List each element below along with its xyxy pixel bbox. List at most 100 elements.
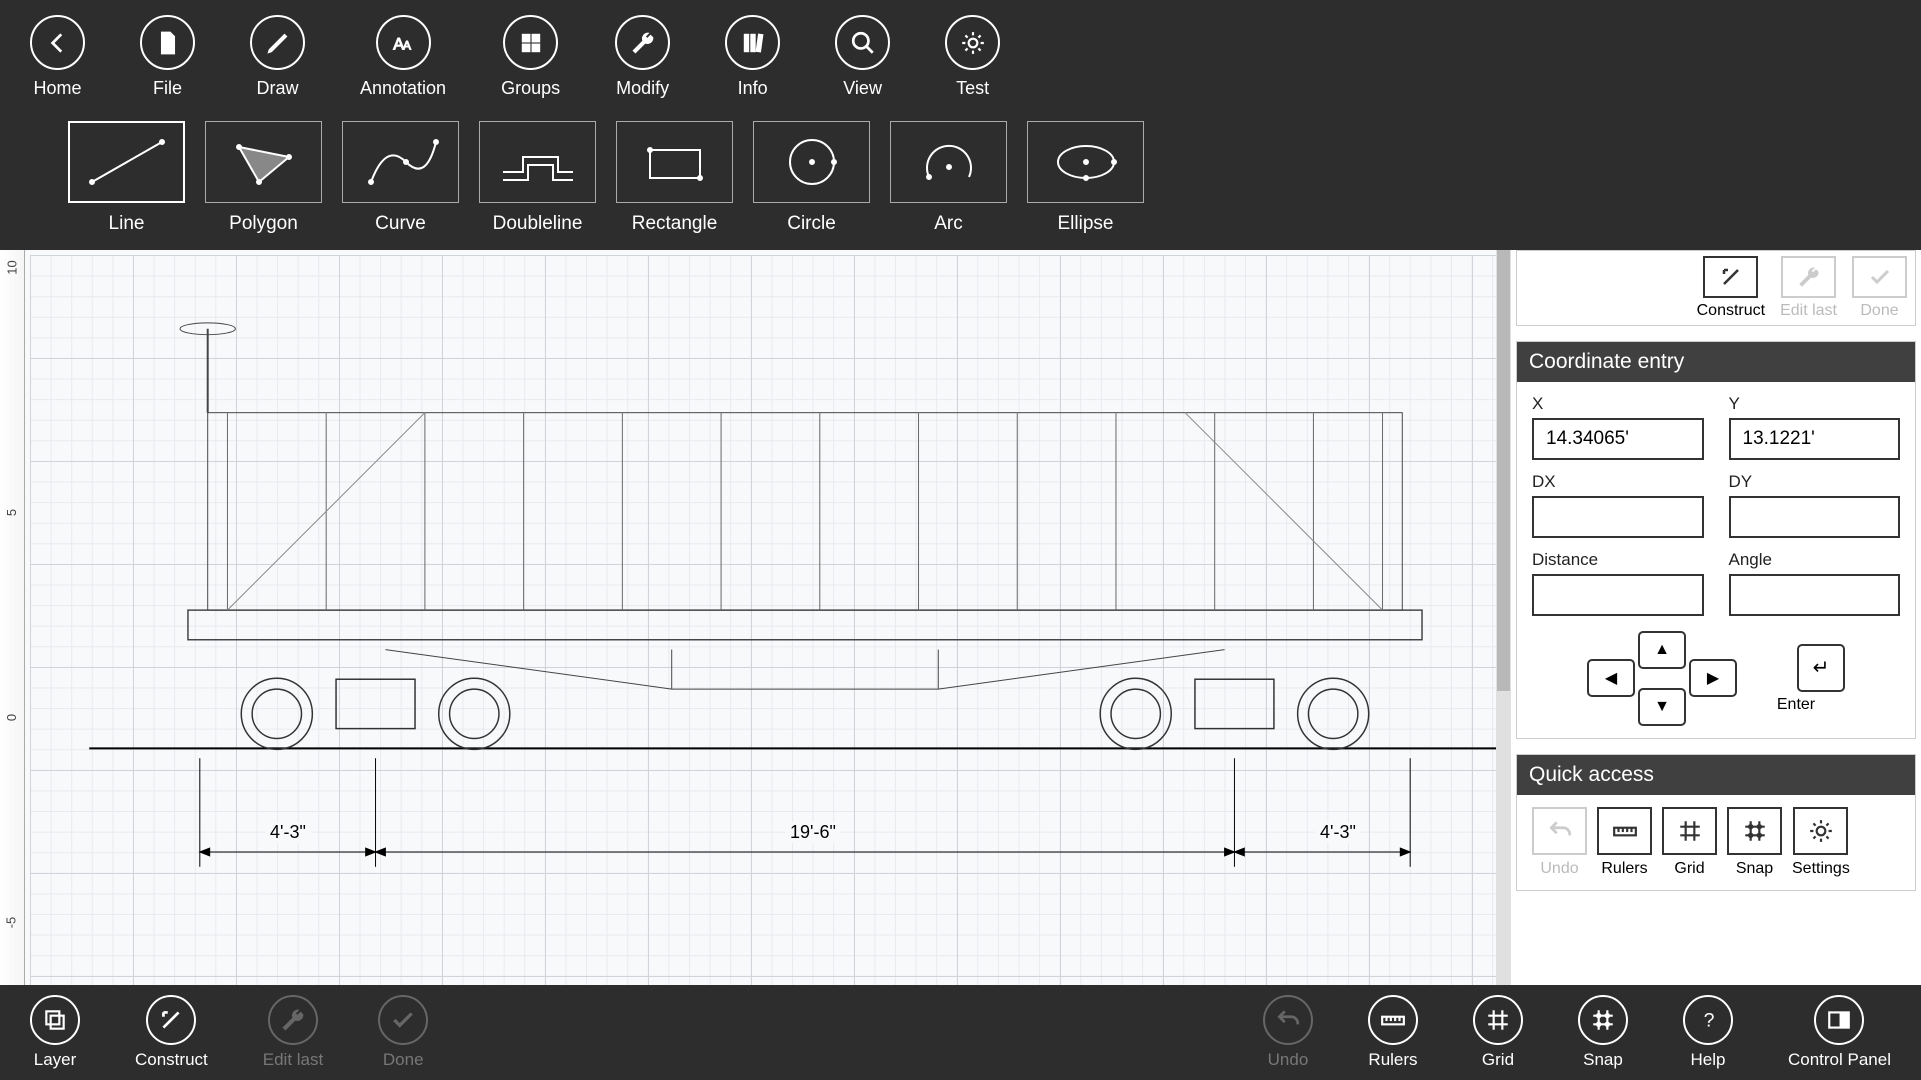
- line-icon: [82, 132, 172, 192]
- distance-input[interactable]: [1532, 574, 1704, 616]
- qa-grid-button[interactable]: Grid: [1662, 807, 1717, 878]
- dx-input[interactable]: [1532, 496, 1704, 538]
- ellipse-icon: [1041, 132, 1131, 192]
- layer-label: Layer: [34, 1050, 77, 1070]
- qa-settings-button[interactable]: Settings: [1792, 807, 1850, 878]
- doubleline-tool[interactable]: Doubleline: [479, 121, 596, 235]
- editlast-bottom-label: Edit last: [263, 1050, 323, 1070]
- snap-bottom-label: Snap: [1583, 1050, 1623, 1070]
- dy-input[interactable]: [1729, 496, 1901, 538]
- polygon-icon: [219, 132, 309, 192]
- file-button[interactable]: File: [140, 15, 195, 99]
- grid-bottom-label: Grid: [1482, 1050, 1514, 1070]
- grid-icon: [1485, 1007, 1511, 1033]
- rulers-button[interactable]: Rulers: [1368, 995, 1418, 1070]
- annotation-label: Annotation: [360, 78, 446, 99]
- view-label: View: [843, 78, 882, 99]
- ruler-icon: [1380, 1007, 1406, 1033]
- coordinate-panel: Coordinate entry X Y DX DY Distance Angl…: [1516, 341, 1916, 739]
- curve-icon: [356, 132, 446, 192]
- pencil-icon: [265, 30, 291, 56]
- construct-icon: [1719, 265, 1743, 289]
- svg-text:?: ?: [1704, 1010, 1715, 1032]
- undo-bottom-label: Undo: [1268, 1050, 1309, 1070]
- dx-label: DX: [1532, 472, 1704, 492]
- undo-icon: [1275, 1007, 1301, 1033]
- enter-button[interactable]: ↵: [1797, 644, 1845, 692]
- doubleline-label: Doubleline: [493, 213, 583, 235]
- ruler-tick: 0: [4, 714, 19, 721]
- construct-icon: [158, 1007, 184, 1033]
- drawing-content: 4'-3" 19'-6" 4'-3": [30, 255, 1501, 985]
- circle-tool[interactable]: Circle: [753, 121, 870, 235]
- doubleline-icon: [493, 132, 583, 192]
- snap-button[interactable]: Snap: [1578, 995, 1628, 1070]
- curve-label: Curve: [375, 213, 426, 235]
- rectangle-tool[interactable]: Rectangle: [616, 121, 733, 235]
- ruler-tick: 5: [4, 509, 19, 516]
- editlast-button: Edit last: [263, 995, 323, 1070]
- construct-action-button[interactable]: Construct: [1697, 256, 1765, 320]
- construct-button[interactable]: Construct: [135, 995, 208, 1070]
- arc-tool[interactable]: Arc: [890, 121, 1007, 235]
- snap-icon: [1590, 1007, 1616, 1033]
- angle-input[interactable]: [1729, 574, 1901, 616]
- y-input[interactable]: [1729, 418, 1901, 460]
- undo-button: Undo: [1263, 995, 1313, 1070]
- side-panel: Construct Edit last Done Coordinate entr…: [1511, 250, 1921, 985]
- modify-button[interactable]: Modify: [615, 15, 670, 99]
- construct-bottom-label: Construct: [135, 1050, 208, 1070]
- help-bottom-label: Help: [1691, 1050, 1726, 1070]
- grid-button[interactable]: Grid: [1473, 995, 1523, 1070]
- check-icon: [1868, 265, 1892, 289]
- svg-text:A: A: [403, 38, 411, 52]
- editlast-action-button: Edit last: [1780, 256, 1837, 320]
- qa-rulers-button[interactable]: Rulers: [1597, 807, 1652, 878]
- info-button[interactable]: Info: [725, 15, 780, 99]
- line-tool[interactable]: Line: [68, 121, 185, 235]
- arrow-left-button[interactable]: ◀: [1587, 659, 1635, 697]
- construct-action-label: Construct: [1697, 302, 1765, 320]
- info-label: Info: [738, 78, 768, 99]
- layer-button[interactable]: Layer: [30, 995, 80, 1070]
- modify-label: Modify: [616, 78, 669, 99]
- groups-label: Groups: [501, 78, 560, 99]
- arrow-down-button[interactable]: ▼: [1638, 688, 1686, 726]
- panel-icon: [1826, 1007, 1852, 1033]
- circle-icon: [767, 132, 857, 192]
- arrow-up-button[interactable]: ▲: [1638, 631, 1686, 669]
- top-toolbar: Home File Draw AAAnnotation Groups Modif…: [0, 0, 1921, 250]
- back-arrow-icon: [45, 30, 71, 56]
- qa-settings-label: Settings: [1792, 860, 1850, 878]
- dimension-right: 4'-3": [1315, 822, 1361, 843]
- controlpanel-button[interactable]: Control Panel: [1788, 995, 1891, 1070]
- magnify-icon: [850, 30, 876, 56]
- ellipse-tool[interactable]: Ellipse: [1027, 121, 1144, 235]
- groups-button[interactable]: Groups: [501, 15, 560, 99]
- dimension-left: 4'-3": [265, 822, 311, 843]
- wrench-icon: [630, 30, 656, 56]
- draw-button[interactable]: Draw: [250, 15, 305, 99]
- x-input[interactable]: [1532, 418, 1704, 460]
- controlpanel-bottom-label: Control Panel: [1788, 1050, 1891, 1070]
- vertical-ruler: 10 5 0 -5: [0, 250, 25, 985]
- vertical-scrollbar[interactable]: [1496, 250, 1511, 985]
- curve-tool[interactable]: Curve: [342, 121, 459, 235]
- done-action-label: Done: [1860, 302, 1898, 320]
- view-button[interactable]: View: [835, 15, 890, 99]
- quick-access-panel: Quick access Undo Rulers Grid Snap Setti…: [1516, 754, 1916, 891]
- qa-grid-label: Grid: [1674, 860, 1704, 878]
- rulers-bottom-label: Rulers: [1368, 1050, 1417, 1070]
- rectangle-icon: [630, 132, 720, 192]
- annotation-button[interactable]: AAAnnotation: [360, 15, 446, 99]
- home-button[interactable]: Home: [30, 15, 85, 99]
- wrench-icon: [280, 1007, 306, 1033]
- polygon-tool[interactable]: Polygon: [205, 121, 322, 235]
- qa-undo-label: Undo: [1540, 860, 1578, 878]
- test-button[interactable]: Test: [945, 15, 1000, 99]
- qa-snap-button[interactable]: Snap: [1727, 807, 1782, 878]
- canvas[interactable]: 10 5 0 -5: [0, 250, 1511, 985]
- enter-label: Enter: [1777, 696, 1815, 714]
- arrow-right-button[interactable]: ▶: [1689, 659, 1737, 697]
- help-button[interactable]: ? Help: [1683, 995, 1733, 1070]
